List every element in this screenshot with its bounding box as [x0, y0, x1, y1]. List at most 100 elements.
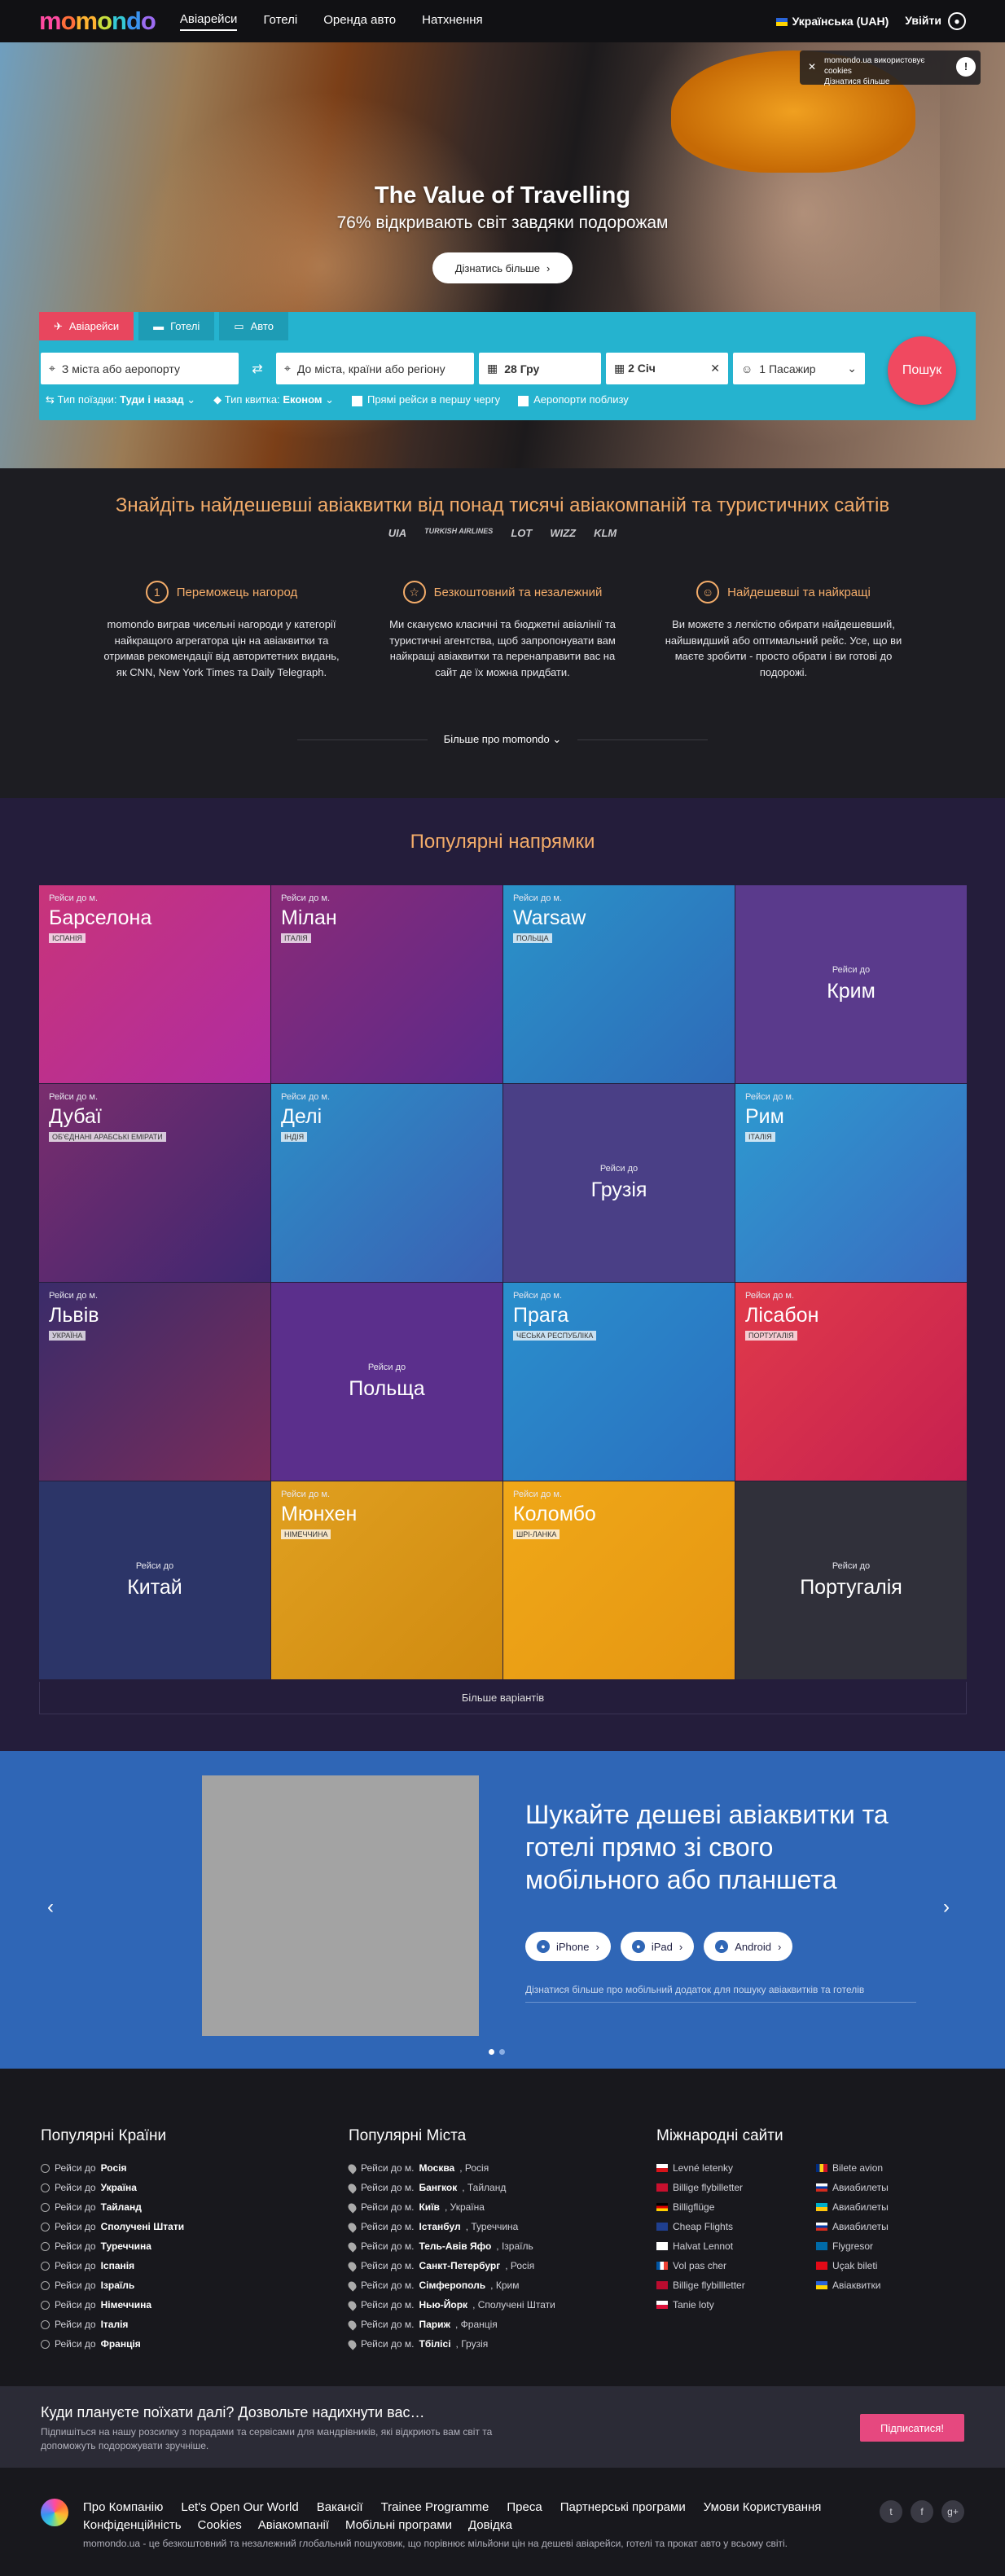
carousel-dot[interactable] — [489, 2049, 494, 2055]
app-info-link[interactable]: Дізнатися більше про мобільний додаток д… — [525, 1983, 916, 2003]
tab-flights[interactable]: ✈ Авіарейси — [39, 312, 134, 340]
close-icon[interactable]: ✕ — [808, 61, 816, 74]
language-selector[interactable]: Українська (UAH) — [775, 15, 889, 28]
country-link[interactable]: Рейси до Тайланд — [41, 2197, 184, 2217]
carousel-dot[interactable] — [499, 2049, 505, 2055]
direct-flights-checkbox[interactable]: Прямі рейси в першу чергу — [352, 393, 500, 406]
destination-tile[interactable]: Рейси до Польща — [271, 1283, 502, 1481]
country-link[interactable]: Рейси до Ізраїль — [41, 2275, 184, 2295]
login-button[interactable]: Увійти ● — [905, 12, 966, 30]
city-link[interactable]: Рейси до м. Париж , Франція — [346, 2315, 555, 2334]
ticket-type-select[interactable]: ◆ Тип квитка: Економ ⌄ — [213, 393, 334, 406]
chevron-right-icon[interactable]: › — [943, 1896, 950, 1919]
city-link[interactable]: Рейси до м. Київ , Україна — [346, 2197, 555, 2217]
footer-link[interactable]: Авіакомпанії — [258, 2518, 329, 2532]
nav-car-rental[interactable]: Оренда авто — [323, 13, 396, 30]
footer-link[interactable]: Про Компанію — [83, 2500, 163, 2514]
ipad-button[interactable]: ● iPad › — [620, 1932, 695, 1961]
country-link[interactable]: Рейси до Франція — [41, 2334, 184, 2354]
city-link[interactable]: Рейси до м. Санкт-Петербург , Росія — [346, 2256, 555, 2275]
city-link[interactable]: Рейси до м. Тбілісі , Грузія — [346, 2334, 555, 2354]
country-link[interactable]: Рейси до Італія — [41, 2315, 184, 2334]
city-link[interactable]: Рейси до м. Бангкок , Тайланд — [346, 2178, 555, 2197]
destination-tile[interactable]: Рейси до Крим — [735, 885, 967, 1083]
footer-link[interactable]: Trainee Programme — [381, 2500, 489, 2514]
footer-link[interactable]: Cookies — [198, 2518, 242, 2532]
international-site-link[interactable]: Levné letenky — [656, 2158, 779, 2178]
destination-tile[interactable]: Рейси до м. Мілан Італія — [271, 885, 502, 1083]
facebook-icon[interactable]: f — [911, 2500, 933, 2523]
nav-inspiration[interactable]: Натхнення — [422, 13, 483, 30]
city-link[interactable]: Рейси до м. Сімферополь , Крим — [346, 2275, 555, 2295]
city-link[interactable]: Рейси до м. Москва , Росія — [346, 2158, 555, 2178]
international-site-link[interactable]: Vol pas cher — [656, 2256, 779, 2275]
iphone-button[interactable]: ● iPhone › — [525, 1932, 611, 1961]
destination-tile[interactable]: Рейси до м. Дубаї Об'єднані Арабські Еміра… — [39, 1084, 270, 1282]
search-button[interactable]: Пошук — [888, 336, 956, 405]
destination-tile[interactable]: Рейси до м. Мюнхен Німеччина — [271, 1481, 502, 1679]
nearby-airports-checkbox[interactable]: Аеропорти поблизу — [518, 393, 629, 406]
city-link[interactable]: Рейси до м. Нью-Йорк , Сполучені Штати — [346, 2295, 555, 2315]
learn-more-button[interactable]: Дізнатись більше › — [432, 252, 573, 283]
international-site-link[interactable]: Авиабилеты — [816, 2197, 889, 2217]
more-about-link[interactable]: Більше про momondo ⌄ — [0, 733, 1005, 746]
origin-input[interactable]: ⌖ З міста або аеропорту — [41, 353, 239, 384]
destination-tile[interactable]: Рейси до Португалія — [735, 1481, 967, 1679]
tab-hotels[interactable]: ▬ Готелі — [138, 312, 215, 340]
trip-type-select[interactable]: ⇆ Тип поїздки: Туди і назад ⌄ — [46, 393, 195, 406]
international-site-link[interactable]: Авіаквитки — [816, 2275, 889, 2295]
country-link[interactable]: Рейси до Німеччина — [41, 2295, 184, 2315]
chevron-left-icon[interactable]: ‹ — [47, 1896, 54, 1919]
destination-tile[interactable]: Рейси до м. Коломбо Шрі-Ланка — [503, 1481, 735, 1679]
destination-tile[interactable]: Рейси до Китай — [39, 1481, 270, 1679]
destination-input[interactable]: ⌖ До міста, країни або регіону — [276, 353, 474, 384]
city-link[interactable]: Рейси до м. Істанбул , Туреччина — [346, 2217, 555, 2236]
destination-tile[interactable]: Рейси до м. Лісабон Португалія — [735, 1283, 967, 1481]
international-site-link[interactable]: Halvat Lennot — [656, 2236, 779, 2256]
international-site-link[interactable]: Flygresor — [816, 2236, 889, 2256]
destination-tile[interactable]: Рейси до м. Рим Італія — [735, 1084, 967, 1282]
footer-link[interactable]: Преса — [507, 2500, 542, 2514]
international-site-link[interactable]: Billigflüge — [656, 2197, 779, 2217]
googleplus-icon[interactable]: g+ — [941, 2500, 964, 2523]
destination-tile[interactable]: Рейси до м. Делі Індія — [271, 1084, 502, 1282]
subscribe-button[interactable]: Підписатися! — [860, 2414, 964, 2442]
more-options-button[interactable]: Більше варіантів — [39, 1682, 967, 1714]
footer-link[interactable]: Let's Open Our World — [181, 2500, 298, 2514]
clear-icon[interactable]: ✕ — [710, 362, 720, 375]
international-site-link[interactable]: Billige flybillletter — [656, 2275, 779, 2295]
city-link[interactable]: Рейси до м. Тель-Авів Яфо , Ізраїль — [346, 2236, 555, 2256]
help-icon[interactable]: ! — [956, 57, 976, 77]
international-site-link[interactable]: Uçak bileti — [816, 2256, 889, 2275]
international-site-link[interactable]: Авиабилеты — [816, 2217, 889, 2236]
footer-link[interactable]: Партнерські програми — [560, 2500, 686, 2514]
android-button[interactable]: ▲ Android › — [704, 1932, 793, 1961]
nav-flights[interactable]: Авіарейси — [179, 12, 238, 31]
footer-link[interactable]: Конфіденційність — [83, 2518, 182, 2532]
footer-link[interactable]: Мобільні програми — [345, 2518, 452, 2532]
destination-tile[interactable]: Рейси до м. Барселона Іспанія — [39, 885, 270, 1083]
destination-tile[interactable]: Рейси до Грузія — [503, 1084, 735, 1282]
destination-tile[interactable]: Рейси до м. Львів Україна — [39, 1283, 270, 1481]
passengers-select[interactable]: ☺ 1 Пасажир ⌄ — [733, 353, 865, 384]
momondo-logo[interactable]: momondo — [39, 7, 156, 36]
footer-link[interactable]: Умови Користування — [704, 2500, 822, 2514]
destination-tile[interactable]: Рейси до м. Warsaw Польща — [503, 885, 735, 1083]
international-site-link[interactable]: Bilete avion — [816, 2158, 889, 2178]
return-date[interactable]: ▦ 2 Січ ✕ — [606, 353, 728, 384]
nav-hotels[interactable]: Готелі — [263, 13, 297, 30]
country-link[interactable]: Рейси до Іспанія — [41, 2256, 184, 2275]
twitter-icon[interactable]: t — [880, 2500, 902, 2523]
country-link[interactable]: Рейси до Сполучені Штати — [41, 2217, 184, 2236]
international-site-link[interactable]: Tanie loty — [656, 2295, 779, 2315]
footer-link[interactable]: Вакансії — [317, 2500, 363, 2514]
destination-tile[interactable]: Рейси до м. Прага Чеська Республіка — [503, 1283, 735, 1481]
country-link[interactable]: Рейси до Україна — [41, 2178, 184, 2197]
footer-link[interactable]: Довідка — [468, 2518, 512, 2532]
international-site-link[interactable]: Cheap Flights — [656, 2217, 779, 2236]
international-site-link[interactable]: Авиабилеты — [816, 2178, 889, 2197]
country-link[interactable]: Рейси до Росія — [41, 2158, 184, 2178]
depart-date[interactable]: ▦ 28 Гру — [479, 353, 601, 384]
cookie-link[interactable]: Дізнатися більше — [824, 77, 953, 87]
international-site-link[interactable]: Billige flybilletter — [656, 2178, 779, 2197]
